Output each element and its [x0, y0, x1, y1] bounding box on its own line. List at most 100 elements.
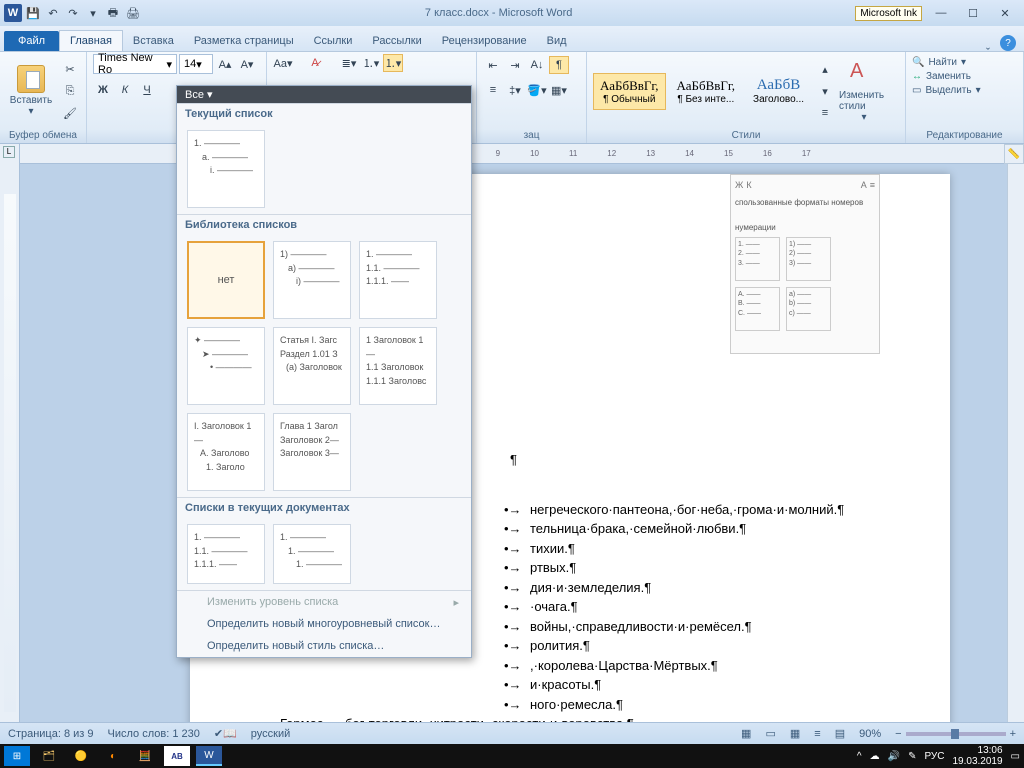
align-icon[interactable]: ≡ — [483, 81, 503, 99]
word-taskbar-icon[interactable]: W — [196, 746, 222, 766]
paste-button[interactable]: Вставить▾ — [6, 54, 56, 128]
ink-button[interactable]: Microsoft Ink — [855, 6, 922, 21]
start-button[interactable]: ⊞ — [4, 746, 30, 766]
horizontal-ruler[interactable]: 1234567891011121314151617 — [20, 144, 1024, 164]
view-outline-icon[interactable]: ≡ — [814, 728, 820, 740]
tray-volume-icon[interactable]: 🔊 — [888, 751, 900, 762]
bold-button[interactable]: Ж — [93, 81, 113, 99]
clear-format-icon[interactable]: A̷ — [305, 54, 325, 72]
chrome-icon[interactable]: 🟡 — [68, 746, 94, 766]
save-icon[interactable]: 💾 — [24, 4, 42, 22]
explorer-icon[interactable]: 🗂 — [36, 746, 62, 766]
tray-clock[interactable]: 13:0619.03.2019 — [952, 745, 1002, 767]
list-none[interactable]: нет — [187, 241, 265, 319]
cmd-define-style[interactable]: Определить новый стиль списка… — [177, 635, 471, 657]
shading-icon[interactable]: 🪣▾ — [527, 81, 547, 99]
font-size-select[interactable]: 14▾ — [179, 54, 213, 74]
tray-lang[interactable]: РУС — [924, 751, 944, 762]
close-button[interactable]: ✕ — [992, 4, 1018, 22]
tab-mailings[interactable]: Рассылки — [362, 31, 431, 51]
tab-home[interactable]: Главная — [59, 30, 123, 51]
list-lib-2[interactable]: 1) ————a) ————i) ———— — [273, 241, 351, 319]
tray-pen-icon[interactable]: ✎ — [908, 751, 916, 762]
cut-icon[interactable]: ✂ — [60, 60, 80, 78]
grow-font-icon[interactable]: A▴ — [215, 55, 235, 73]
view-print-icon[interactable]: ▦ — [741, 727, 751, 740]
list-lib-6[interactable]: 1 Заголовок 1—1.1 Заголовок1.1.1 Заголов… — [359, 327, 437, 405]
zoom-slider[interactable]: − + — [895, 728, 1016, 740]
zoom-value[interactable]: 90% — [859, 728, 881, 740]
tray-notifications-icon[interactable]: ▭ — [1011, 751, 1020, 762]
app-icon-2[interactable]: ◐ — [100, 746, 126, 766]
status-language[interactable]: русский — [251, 728, 290, 740]
tab-view[interactable]: Вид — [537, 31, 577, 51]
vertical-scrollbar[interactable] — [1007, 144, 1024, 722]
bullets-icon[interactable]: ≣▾ — [339, 54, 359, 72]
font-name-select[interactable]: Times New Ro▾ — [93, 54, 177, 74]
undo-icon[interactable]: ↶ — [44, 4, 62, 22]
styles-down-icon[interactable]: ▾ — [815, 82, 835, 100]
minimize-button[interactable]: — — [928, 4, 954, 22]
status-words[interactable]: Число слов: 1 230 — [108, 728, 200, 740]
list-lib-7[interactable]: I. Заголовок 1—A. Заголово1. Заголо — [187, 413, 265, 491]
view-read-icon[interactable]: ▭ — [765, 727, 775, 740]
qat-more-icon[interactable]: ▾ — [84, 4, 102, 22]
list-lib-8[interactable]: Глава 1 ЗаголЗаголовок 2—Заголовок 3— — [273, 413, 351, 491]
styles-more-icon[interactable]: ≡ — [815, 104, 835, 122]
app-icon-3[interactable]: AB — [164, 746, 190, 766]
list-lib-5[interactable]: Статья I. ЗагсРаздел 1.01 З(a) Заголовок — [273, 327, 351, 405]
dec-indent-icon[interactable]: ⇤ — [483, 56, 503, 74]
maximize-button[interactable]: ☐ — [960, 4, 986, 22]
tray-up-icon[interactable]: ^ — [857, 751, 862, 762]
sort-icon[interactable]: A↓ — [527, 56, 547, 74]
multilevel-list-dropdown: Все ▾ Текущий список 1. ———— a. ———— i. … — [176, 85, 472, 658]
styles-up-icon[interactable]: ▴ — [815, 60, 835, 78]
tab-layout[interactable]: Разметка страницы — [184, 31, 304, 51]
dd-header[interactable]: Все ▾ — [177, 86, 471, 103]
multilevel-list-icon[interactable]: ⒈▾ — [383, 54, 403, 72]
list-doc-1[interactable]: 1. ————1.1. ————1.1.1. —— — [187, 524, 265, 584]
calculator-icon[interactable]: 🧮 — [132, 746, 158, 766]
help-icon[interactable]: ? — [1000, 35, 1016, 51]
borders-icon[interactable]: ▦▾ — [549, 81, 569, 99]
redo-icon[interactable]: ↷ — [64, 4, 82, 22]
find-button[interactable]: 🔍Найти▾ — [912, 56, 1017, 69]
replace-button[interactable]: ↔Заменить — [912, 70, 1017, 83]
list-lib-4[interactable]: ✦ ————➤ ————• ———— — [187, 327, 265, 405]
tray-cloud-icon[interactable]: ☁ — [870, 751, 880, 762]
inc-indent-icon[interactable]: ⇥ — [505, 56, 525, 74]
cmd-define-list[interactable]: Определить новый многоуровневый список… — [177, 613, 471, 635]
line-spacing-icon[interactable]: ‡▾ — [505, 81, 525, 99]
change-styles-button[interactable]: A Изменить стили▾ — [839, 60, 889, 123]
change-case-icon[interactable]: Aa▾ — [273, 54, 293, 72]
quick-print-icon[interactable]: 🖨 — [124, 4, 142, 22]
tab-review[interactable]: Рецензирование — [432, 31, 537, 51]
italic-button[interactable]: К — [115, 81, 135, 99]
tab-file[interactable]: Файл — [4, 31, 59, 51]
list-lib-3[interactable]: 1. ————1.1. ————1.1.1. —— — [359, 241, 437, 319]
zoom-in-icon[interactable]: + — [1010, 728, 1016, 740]
view-draft-icon[interactable]: ▤ — [835, 727, 845, 740]
zoom-out-icon[interactable]: − — [895, 728, 901, 740]
shrink-font-icon[interactable]: A▾ — [237, 55, 257, 73]
format-painter-icon[interactable]: 🖌 — [60, 104, 80, 122]
copy-icon[interactable]: ⎘ — [60, 82, 80, 100]
status-page[interactable]: Страница: 8 из 9 — [8, 728, 94, 740]
tab-insert[interactable]: Вставка — [123, 31, 184, 51]
numbering-icon[interactable]: ⒈▾ — [361, 54, 381, 72]
style-normal[interactable]: АаБбВвГг, ¶ Обычный — [593, 73, 666, 110]
show-marks-icon[interactable]: ¶ — [549, 56, 569, 74]
spellcheck-icon[interactable]: ✔📖 — [214, 727, 237, 740]
view-web-icon[interactable]: ▦ — [790, 727, 800, 740]
print-preview-icon[interactable]: 🖶 — [104, 4, 122, 22]
list-doc-2[interactable]: 1. ————1. ————1. ———— — [273, 524, 351, 584]
list-current[interactable]: 1. ———— a. ———— i. ———— — [187, 130, 265, 208]
tab-references[interactable]: Ссылки — [304, 31, 363, 51]
minimize-ribbon-icon[interactable]: ˬ — [980, 35, 996, 51]
select-button[interactable]: ▭Выделить▾ — [912, 84, 1017, 97]
ruler-toggle-icon[interactable]: 📏 — [1004, 144, 1024, 164]
style-heading[interactable]: АаБбВ Заголово... — [746, 72, 811, 110]
underline-button[interactable]: Ч — [137, 81, 157, 99]
tab-selector[interactable]: L — [3, 146, 15, 158]
style-nospacing[interactable]: АаБбВвГг, ¶ Без инте... — [670, 73, 743, 110]
